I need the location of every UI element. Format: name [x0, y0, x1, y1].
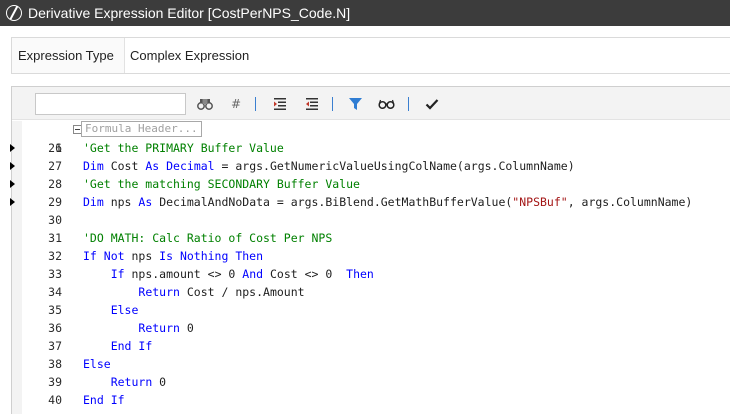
toolbar-separator	[408, 97, 409, 111]
code-line: 28 'Get the matching SECONDARY Buffer Val…	[12, 175, 730, 193]
window-title: Derivative Expression Editor [CostPerNPS…	[28, 5, 351, 21]
code-token: nps.amount <> 0	[124, 267, 243, 281]
keyword-token: If Not	[83, 249, 125, 263]
code-text: 'Get the PRIMARY Buffer Value	[83, 139, 284, 157]
code-editor[interactable]: # 1 Formula Header... 26 'Get the PRIMAR…	[10, 86, 730, 414]
title-bar: Derivative Expression Editor [CostPerNPS…	[0, 0, 730, 26]
line-number: 28	[48, 177, 62, 191]
keyword-token: As	[145, 159, 160, 173]
code-text: If Not nps Is Nothing Then	[83, 247, 263, 265]
search-input[interactable]	[35, 93, 186, 115]
code-token: Cost / nps.Amount	[179, 285, 305, 299]
line-number: 34	[48, 285, 62, 299]
binoculars-search-icon[interactable]	[195, 94, 215, 114]
code-line: 38 Else	[12, 355, 730, 373]
line-number: 35	[48, 303, 62, 317]
code-line: 29 Dim nps As DecimalAndNoData = args.BiB…	[12, 193, 730, 211]
code-text: Dim Cost As Decimal = args.GetNumericVal…	[83, 157, 575, 175]
keyword-token: Else	[110, 303, 139, 317]
line-number: 36	[48, 321, 62, 335]
line-number: 32	[48, 249, 62, 263]
outdent-icon[interactable]	[302, 94, 322, 114]
code-line: 33 If nps.amount <> 0 And Cost <> 0 Then	[12, 265, 730, 283]
keyword-token: Decimal	[166, 159, 215, 173]
line-number: 30	[48, 213, 62, 227]
comment-token: 'DO MATH: Calc Ratio of Cost Per NPS	[83, 231, 333, 245]
keyword-token: End If	[83, 393, 125, 407]
expression-type-label: Expression Type	[18, 48, 114, 63]
keyword-token: Then	[346, 267, 374, 281]
code-line-fold-header: 1 Formula Header...	[12, 121, 730, 155]
code-line: 30	[12, 211, 730, 229]
line-number: 38	[48, 357, 62, 371]
code-token: Cost <> 0	[263, 267, 347, 281]
line-number: 33	[48, 267, 62, 281]
keyword-token: Dim	[83, 195, 104, 209]
toolbar-separator	[332, 97, 333, 111]
line-number: 27	[48, 159, 62, 173]
code-text: 'DO MATH: Calc Ratio of Cost Per NPS	[83, 229, 332, 247]
line-number: 37	[48, 339, 62, 353]
code-text: End If	[83, 337, 153, 355]
comment-token: 'Get the matching SECONDARY Buffer Value	[83, 177, 360, 191]
code-token: nps	[103, 195, 139, 209]
code-text: End If	[83, 391, 125, 409]
code-line: 39 Return 0	[12, 373, 730, 391]
glasses-icon[interactable]	[376, 94, 396, 114]
expression-type-select[interactable]: Complex Expression	[124, 38, 730, 73]
editor-toolbar: #	[12, 87, 730, 120]
keyword-token: Return	[138, 321, 180, 335]
keyword-token: End If	[110, 339, 153, 353]
checkmark-icon[interactable]	[422, 94, 442, 114]
expression-type-value: Complex Expression	[130, 48, 250, 63]
formula-header-fold[interactable]: Formula Header...	[81, 121, 202, 137]
app-logo-icon	[6, 5, 22, 21]
code-text: 'Get the matching SECONDARY Buffer Value	[83, 175, 360, 193]
code-line: 27 Dim Cost As Decimal = args.GetNumericV…	[12, 157, 730, 175]
hash-icon[interactable]: #	[226, 94, 246, 114]
keyword-token: As	[138, 195, 153, 209]
code-text: If nps.amount <> 0 And Cost <> 0 Then	[83, 265, 374, 283]
code-line: 32 If Not nps Is Nothing Then	[12, 247, 730, 265]
toolbar-separator	[255, 97, 256, 111]
line-number: 26	[48, 141, 62, 155]
code-token: = args.GetNumericValueUsingColName(args.…	[214, 159, 575, 173]
code-line: 37 End If	[12, 337, 730, 355]
string-token: "NPSBuf"	[512, 195, 568, 209]
line-number: 29	[48, 195, 62, 209]
code-line: 26 'Get the PRIMARY Buffer Value	[12, 139, 730, 157]
keyword-token: If	[110, 267, 125, 281]
code-token: DecimalAndNoData = args.BiBlend.GetMathB…	[152, 195, 513, 209]
code-text: Return 0	[83, 373, 166, 391]
code-line: 36 Return 0	[12, 319, 730, 337]
line-number: 40	[48, 393, 62, 407]
keyword-token: Is Nothing Then	[159, 249, 264, 263]
code-line: 31 'DO MATH: Calc Ratio of Cost Per NPS	[12, 229, 730, 247]
indent-icon[interactable]	[270, 94, 290, 114]
keyword-token: Else	[83, 357, 111, 371]
comment-token: 'Get the PRIMARY Buffer Value	[83, 141, 284, 155]
keyword-token: And	[242, 267, 264, 281]
expression-type-panel: Expression Type Complex Expression	[11, 37, 730, 74]
code-token: Cost	[103, 159, 146, 173]
code-text: Return Cost / nps.Amount	[83, 283, 305, 301]
code-token: , args.ColumnName)	[567, 195, 693, 209]
code-token: nps	[124, 249, 160, 263]
code-token: 0	[179, 321, 194, 335]
filter-icon[interactable]	[345, 94, 365, 114]
code-text: Return 0	[83, 319, 194, 337]
code-line: 35 Else	[12, 301, 730, 319]
code-line: 34 Return Cost / nps.Amount	[12, 283, 730, 301]
code-text: Else	[83, 301, 139, 319]
keyword-token: Return	[110, 375, 153, 389]
line-number: 39	[48, 375, 62, 389]
code-line: 40 End If	[12, 391, 730, 409]
line-number: 31	[48, 231, 62, 245]
code-text: Dim nps As DecimalAndNoData = args.BiBle…	[83, 193, 692, 211]
code-text: Else	[83, 355, 111, 373]
code-token: 0	[152, 375, 167, 389]
keyword-token: Return	[138, 285, 180, 299]
keyword-token: Dim	[83, 159, 104, 173]
